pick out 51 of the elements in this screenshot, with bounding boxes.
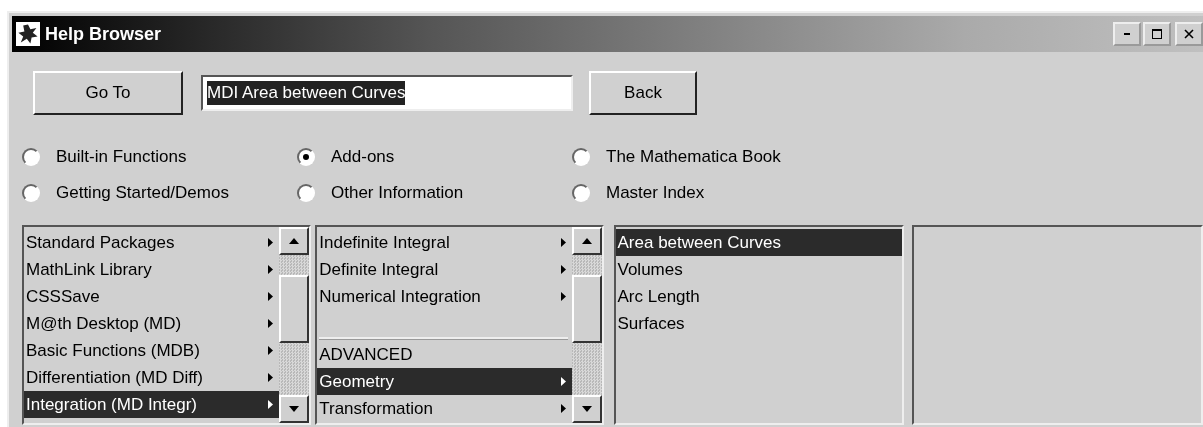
scroll-down-button[interactable]: [571, 395, 602, 423]
list-item[interactable]: Differentiation (MD Diff): [24, 364, 280, 391]
list-item[interactable]: Numerical Integration: [317, 283, 572, 310]
close-button[interactable]: [1175, 22, 1203, 46]
list-item[interactable]: Surfaces: [615, 310, 902, 337]
list-item[interactable]: M@th Desktop (MD): [24, 310, 280, 337]
category-radio[interactable]: Add-ons: [297, 143, 572, 171]
radio-icon[interactable]: [22, 148, 40, 166]
close-icon: [1184, 29, 1194, 39]
list-item[interactable]: Integration (MD Integr): [24, 391, 280, 418]
list-item[interactable]: MathLink Library: [24, 256, 280, 283]
app-icon: [16, 22, 40, 46]
category-radio[interactable]: Other Information: [297, 179, 572, 207]
list-item[interactable]: ADVANCED: [317, 341, 572, 368]
maximize-icon: [1152, 29, 1162, 39]
up-arrow-icon: [581, 238, 592, 244]
search-field[interactable]: MDI Area between Curves: [201, 75, 573, 111]
radio-icon[interactable]: [297, 184, 315, 202]
down-arrow-icon: [289, 406, 300, 412]
list-item[interactable]: Geometry: [317, 368, 572, 395]
list-item[interactable]: Transformation: [317, 395, 572, 422]
list-item[interactable]: Arc Length: [615, 283, 902, 310]
category-radio[interactable]: Master Index: [572, 179, 872, 207]
scroll-up-button[interactable]: [279, 227, 310, 255]
radio-icon[interactable]: [22, 184, 40, 202]
list-item[interactable]: Area between Curves: [615, 229, 902, 256]
scroll-up-button[interactable]: [571, 227, 602, 255]
category-radio[interactable]: Getting Started/Demos: [22, 179, 297, 207]
scroll-down-button[interactable]: [279, 395, 310, 423]
scrollbar[interactable]: [279, 227, 310, 423]
scroll-thumb[interactable]: [279, 275, 310, 343]
list-item[interactable]: Basic Functions (MDB): [24, 337, 280, 364]
list-item[interactable]: Standard Packages: [24, 229, 280, 256]
category-radio[interactable]: The Mathematica Book: [572, 143, 872, 171]
radio-icon[interactable]: [297, 148, 315, 166]
go-to-button[interactable]: Go To: [33, 71, 183, 115]
window-title: Help Browser: [45, 23, 163, 45]
up-arrow-icon: [289, 238, 300, 244]
back-button[interactable]: Back: [589, 71, 697, 115]
radio-icon[interactable]: [572, 148, 590, 166]
category-radio[interactable]: Built-in Functions: [22, 143, 297, 171]
down-arrow-icon: [581, 406, 592, 412]
scrollbar[interactable]: [571, 227, 602, 423]
radio-icon[interactable]: [572, 184, 590, 202]
list-item[interactable]: Indefinite Integral: [317, 229, 572, 256]
list-item[interactable]: Volumes: [615, 256, 902, 283]
list-item[interactable]: Definite Integral: [317, 256, 572, 283]
maximize-button[interactable]: [1143, 22, 1171, 46]
list-item[interactable]: CSSSave: [24, 283, 280, 310]
scroll-thumb[interactable]: [571, 275, 602, 343]
minimize-icon: [1124, 33, 1130, 35]
